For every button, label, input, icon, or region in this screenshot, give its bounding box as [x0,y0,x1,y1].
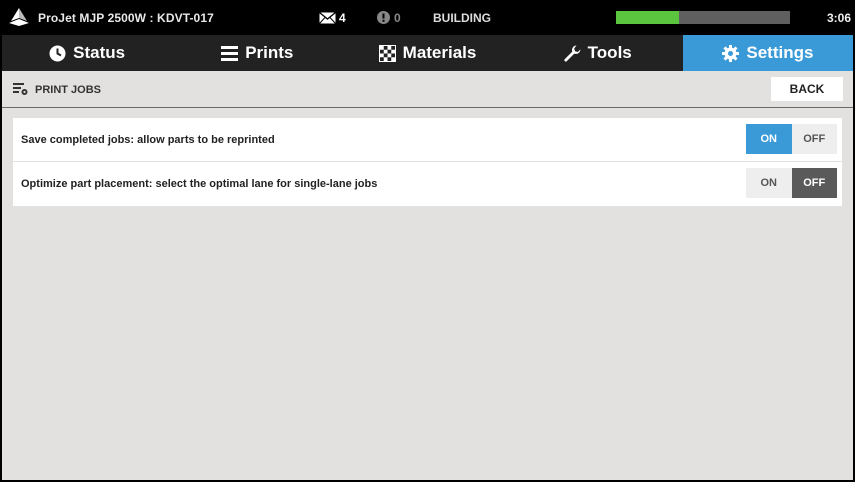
save-jobs-on-option[interactable]: ON [746,124,792,154]
section-header: PRINT JOBS BACK [2,71,853,108]
setting-label: Optimize part placement: select the opti… [21,178,378,190]
build-status: BUILDING [433,11,491,25]
tab-label: Prints [245,43,294,62]
build-progress-fill [616,11,679,24]
settings-list: Save completed jobs: allow parts to be r… [13,118,842,206]
clock: 3:06 [826,11,851,25]
optimize-placement-off-option[interactable]: OFF [791,168,837,198]
alert-icon[interactable] [377,11,390,24]
page-title: PRINT JOBS [35,84,102,96]
mail-icon[interactable] [319,12,336,24]
list-icon [221,45,239,61]
tab-label: Tools [587,43,632,62]
save-jobs-toggle[interactable]: ON OFF [746,124,837,154]
printer-name: ProJet MJP 2500W : KDVT-017 [38,11,214,25]
tab-prints[interactable]: Prints [172,35,342,71]
tab-label: Status [73,43,126,62]
setting-label: Save completed jobs: allow parts to be r… [21,134,275,146]
tab-tools[interactable]: Tools [513,35,683,71]
clock-icon [49,45,66,61]
mail-count: 4 [339,11,346,25]
save-jobs-off-option[interactable]: OFF [791,124,837,154]
settings-panel: PRINT JOBS BACK Save completed jobs: all… [2,71,853,480]
checker-icon [378,44,396,62]
tab-label: Materials [402,43,477,62]
print-jobs-settings-icon [13,83,28,95]
setting-row-optimize-placement: Optimize part placement: select the opti… [13,162,842,206]
back-button[interactable]: BACK [771,77,843,101]
divider [2,107,853,108]
tab-status[interactable]: Status [2,35,172,71]
optimize-placement-toggle[interactable]: ON OFF [746,168,837,198]
wrench-icon [564,45,581,62]
status-bar: ProJet MJP 2500W : KDVT-017 4 0 BUILDING… [0,0,855,35]
build-progress-bar [616,11,790,24]
tab-materials[interactable]: Materials [342,35,512,71]
tab-bar: Status Prints Materials Tools Settings [2,35,854,71]
optimize-placement-on-option[interactable]: ON [746,168,792,198]
tab-settings[interactable]: Settings [682,35,854,71]
tab-label: Settings [746,43,814,62]
3d-systems-logo-icon [9,8,29,26]
alert-count: 0 [394,11,401,25]
gear-icon [722,44,740,62]
setting-row-save-completed-jobs: Save completed jobs: allow parts to be r… [13,118,842,162]
